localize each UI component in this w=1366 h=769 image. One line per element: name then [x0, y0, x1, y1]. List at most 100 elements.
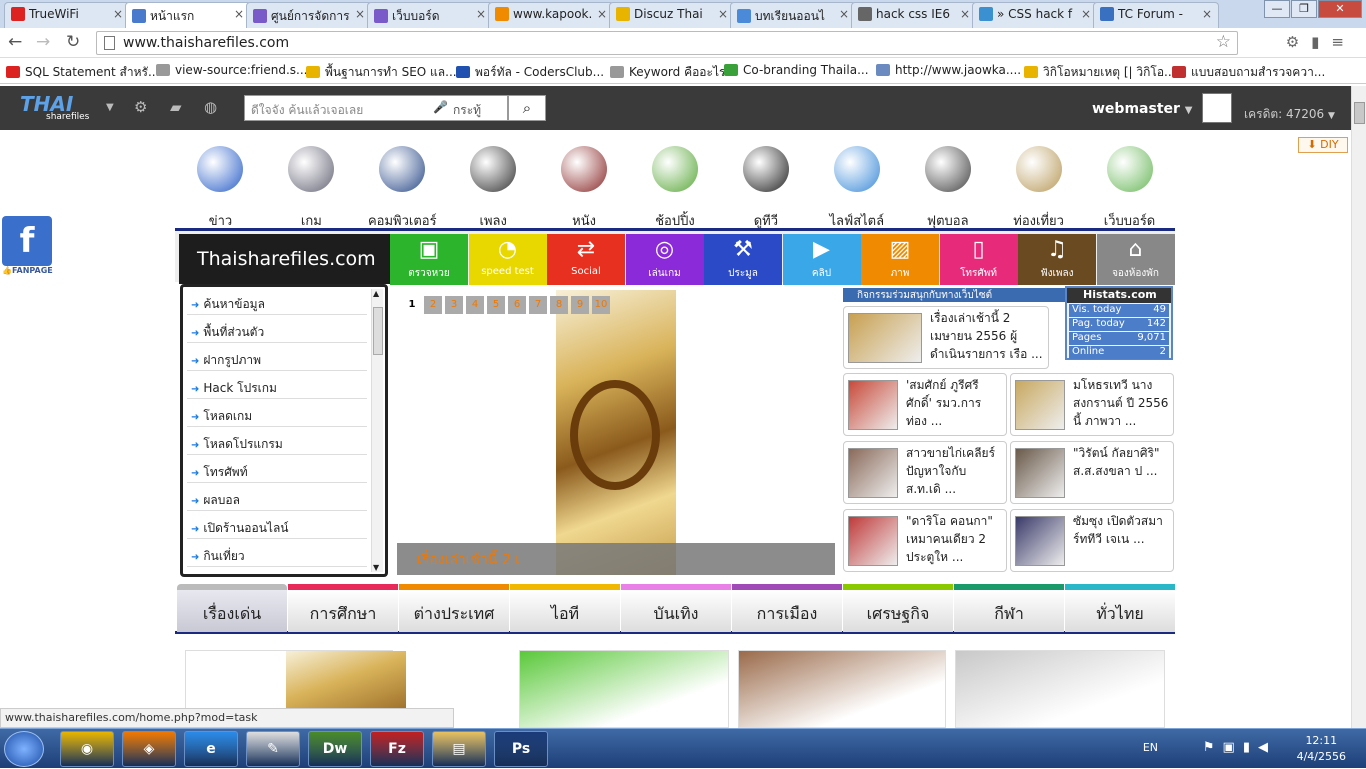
search-scope-select[interactable]: กระทู้: [453, 101, 481, 120]
left-menu-item[interactable]: โทรศัพท์: [187, 457, 367, 483]
service-block[interactable]: ▶ คลิป: [782, 234, 861, 285]
news-title[interactable]: เรื่องเล่าเช้านี้ 2 เมษายน 2556 ผู้ดำเนิ…: [930, 309, 1044, 363]
browser-tab[interactable]: ศูนย์การจัดการ ×: [246, 2, 372, 28]
service-block[interactable]: ▨ ภาพ: [861, 234, 939, 285]
news-tab[interactable]: บันเทิง: [621, 584, 731, 632]
news-thumbnail[interactable]: [848, 313, 922, 363]
chevron-down-icon[interactable]: ▼: [106, 102, 114, 113]
diy-button[interactable]: ⬇ DIY: [1298, 137, 1348, 153]
news-tab[interactable]: ทั่วไทย: [1065, 584, 1175, 632]
news-title[interactable]: "วิรัตน์ กัลยาศิริ" ส.ส.สงขลา ป ...: [1073, 444, 1169, 480]
taskbar-app-button[interactable]: ▤: [432, 731, 486, 767]
news-thumbnail[interactable]: [848, 380, 898, 430]
left-menu-item[interactable]: โหลดโปรแกรม: [187, 429, 367, 455]
scroll-down-icon[interactable]: ▼: [373, 563, 379, 572]
tab-close-icon[interactable]: ×: [1202, 7, 1212, 21]
bookmark-item[interactable]: Co-branding Thaila...: [724, 63, 869, 77]
slide-image[interactable]: [556, 290, 676, 575]
left-menu-item[interactable]: โหลดเกม: [187, 401, 367, 427]
category-item[interactable]: ท่องเที่ยว: [993, 140, 1084, 229]
chat-icon[interactable]: ▰: [170, 98, 182, 116]
left-menu-item[interactable]: ค้นหาข้อมูล: [187, 289, 367, 315]
news-card[interactable]: "วิรัตน์ กัลยาศิริ" ส.ส.สงขลา ป ...: [1010, 441, 1174, 504]
category-item[interactable]: ดูทีวี: [720, 140, 811, 229]
service-block[interactable]: ⌂ จองห้องพัก: [1096, 234, 1175, 285]
clock[interactable]: 12:11 4/4/2556: [1297, 733, 1346, 765]
scroll-up-icon[interactable]: ▲: [373, 289, 379, 298]
browser-tab[interactable]: TC Forum - ×: [1093, 2, 1219, 28]
taskbar-app-button[interactable]: ◉: [60, 731, 114, 767]
extension-icons[interactable]: ⚙▮≡: [1286, 33, 1356, 51]
username-menu[interactable]: webmaster ▼: [1092, 101, 1193, 117]
category-item[interactable]: ข่าว: [175, 140, 266, 229]
tray-icons[interactable]: ⚑▣▮◀: [1203, 740, 1276, 755]
slide-page-button[interactable]: 2: [424, 296, 442, 314]
service-block[interactable]: ⇄ Social: [547, 234, 625, 285]
news-tab[interactable]: เรื่องเด่น: [177, 584, 287, 632]
browser-tab[interactable]: Discuz Thai ×: [609, 2, 735, 28]
page-scrollbar[interactable]: [1351, 86, 1366, 728]
news-tab[interactable]: ไอที: [510, 584, 620, 632]
taskbar-app-button[interactable]: ◈: [122, 731, 176, 767]
slide-page-button[interactable]: 9: [571, 296, 589, 314]
category-item[interactable]: เกม: [266, 140, 357, 229]
activity-header[interactable]: กิจกรรมร่วมสนุกกับทางเว็บไซต์: [843, 288, 1065, 302]
news-tab[interactable]: กีฬา: [954, 584, 1064, 632]
maximize-button[interactable]: ❐: [1291, 0, 1317, 18]
news-title[interactable]: "ดาริโอ คอนกา" เหมาคนเดียว 2 ประตูให ...: [906, 512, 1002, 566]
news-thumbnail[interactable]: [848, 516, 898, 566]
service-block[interactable]: ◔ speed test: [468, 234, 547, 285]
slide-page-button[interactable]: 8: [550, 296, 568, 314]
bookmark-item[interactable]: view-source:friend.s...: [156, 63, 307, 77]
football-photo[interactable]: [955, 650, 1165, 728]
tab-close-icon[interactable]: ×: [597, 7, 607, 21]
news-title[interactable]: ซัมซุง เปิดตัวสมาร์ททีวี เจเน ...: [1073, 512, 1169, 548]
category-item[interactable]: ฟุตบอล: [902, 140, 993, 229]
featured-slider[interactable]: 1 2 3 4 5 6 7 8 9 10 เรื่องเล่าเช้านี้ 2 เ: [397, 290, 835, 575]
news-tab[interactable]: การเมือง: [732, 584, 842, 632]
category-item[interactable]: หนัง: [539, 140, 630, 229]
news-thumbnail[interactable]: [1015, 516, 1065, 566]
slide-page-button[interactable]: 10: [592, 296, 610, 314]
category-item[interactable]: ช้อปปิ้ง: [630, 140, 721, 229]
news-title[interactable]: 'สมศักย์ ภูรีศรีศักดิ์' รมว.การท่อง ...: [906, 376, 1002, 430]
bookmark-item[interactable]: แบบสอบถามสำรวจควา...: [1172, 63, 1325, 82]
forward-icon[interactable]: →: [36, 32, 50, 52]
category-item[interactable]: ไลฟ์สไตล์: [811, 140, 902, 229]
left-menu-item[interactable]: กินเที่ยว: [187, 541, 367, 567]
news-card[interactable]: ซัมซุง เปิดตัวสมาร์ททีวี เจเน ...: [1010, 509, 1174, 572]
language-indicator[interactable]: EN: [1143, 741, 1158, 754]
tab-close-icon[interactable]: ×: [355, 7, 365, 21]
taskbar-app-button[interactable]: Fz: [370, 731, 424, 767]
avatar[interactable]: [1202, 93, 1232, 123]
address-bar[interactable]: www.thaisharefiles.com ☆: [96, 31, 1238, 55]
left-menu-item[interactable]: ผลบอล: [187, 485, 367, 511]
reload-icon[interactable]: ↻: [66, 32, 80, 52]
bookmark-item[interactable]: Keyword คืออะไร: [610, 63, 725, 82]
category-item[interactable]: เว็บบอร์ด: [1084, 140, 1175, 229]
slide-page-button[interactable]: 3: [445, 296, 463, 314]
bookmark-item[interactable]: SQL Statement สำหรั...: [6, 63, 159, 82]
category-item[interactable]: เพลง: [448, 140, 539, 229]
tab-close-icon[interactable]: ×: [960, 7, 970, 21]
minimize-button[interactable]: —: [1264, 0, 1290, 18]
tab-close-icon[interactable]: ×: [476, 7, 486, 21]
scrollbar-thumb[interactable]: [1354, 102, 1365, 124]
taskbar-app-button[interactable]: ✎: [246, 731, 300, 767]
left-menu-item[interactable]: Hack โปรเกม: [187, 373, 367, 399]
taskbar-app-button[interactable]: e: [184, 731, 238, 767]
browser-tab[interactable]: บทเรียนออนไ ×: [730, 2, 856, 28]
globe-icon[interactable]: ◍: [204, 98, 217, 116]
service-block[interactable]: ♫ ฟังเพลง: [1018, 234, 1096, 285]
service-block[interactable]: ⚒ ประมูล: [704, 234, 782, 285]
left-menu-item[interactable]: พื้นที่ส่วนตัว: [187, 317, 367, 343]
slide-caption[interactable]: เรื่องเล่าเช้านี้ 2 เ: [397, 543, 835, 575]
histats-widget[interactable]: Histats.com Vis. today 49 Pag. today 142 Pag…: [1065, 286, 1173, 360]
menu-scrollbar-thumb[interactable]: [373, 307, 383, 355]
tab-close-icon[interactable]: ×: [113, 7, 123, 21]
browser-tab[interactable]: hack css IE6 ×: [851, 2, 977, 28]
browser-tab[interactable]: เว็บบอร์ด ×: [367, 2, 493, 28]
news-tab[interactable]: เศรษฐกิจ: [843, 584, 953, 632]
service-block[interactable]: ▣ ตรวจหวย: [390, 234, 468, 285]
news-thumbnail[interactable]: [848, 448, 898, 498]
